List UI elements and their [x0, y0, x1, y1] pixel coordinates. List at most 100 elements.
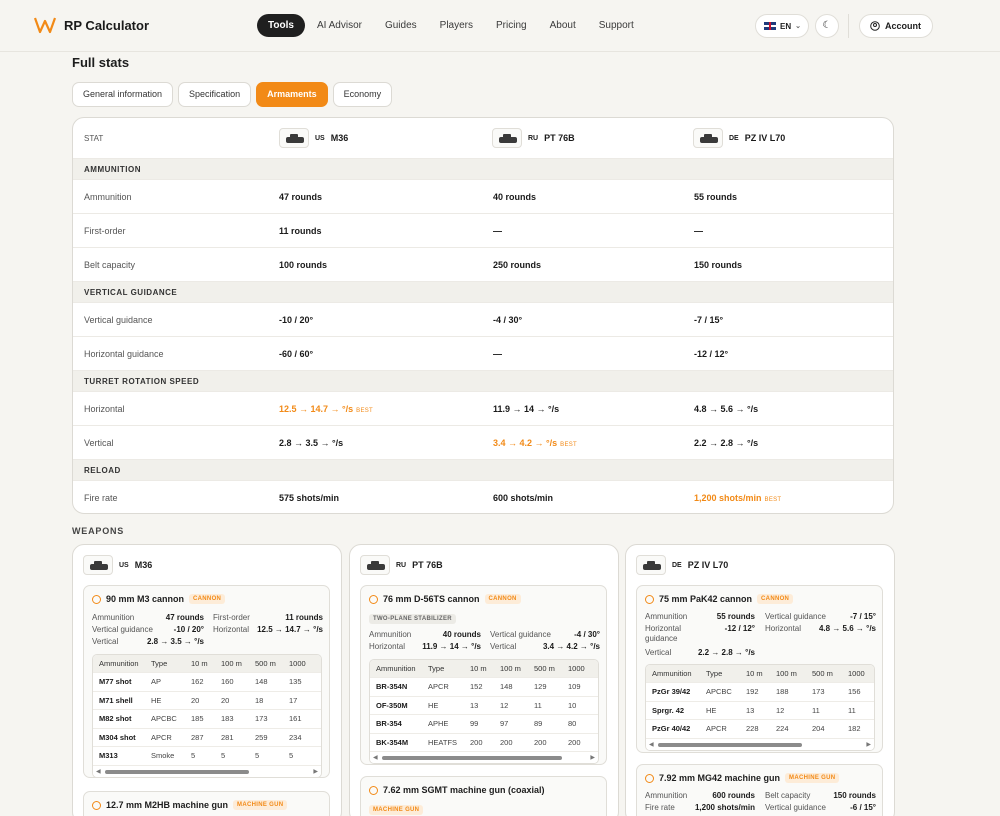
weapon-stat-value: 11 rounds	[285, 613, 323, 622]
scroll-right-icon[interactable]: ▶	[313, 768, 318, 775]
nav-guides[interactable]: Guides	[374, 14, 428, 37]
stat-label: Ammunition	[84, 191, 132, 202]
weapon-stat-label: Ammunition	[645, 612, 688, 621]
scroll-left-icon[interactable]: ◀	[373, 754, 378, 761]
weapon-card-m36: US M36 90 mm M3 cannon CANNON Ammunition 47…	[72, 544, 342, 816]
ammo-type: HE	[151, 695, 162, 705]
horizontal-scrollbar[interactable]: ◀ ▶	[646, 737, 874, 750]
pen-value: 281	[221, 732, 234, 742]
nation-label: RU	[396, 561, 407, 569]
tab-armaments[interactable]: Armaments	[256, 82, 328, 107]
dark-mode-toggle[interactable]: ☾	[815, 14, 839, 38]
nation-label: DE	[729, 134, 739, 142]
account-button[interactable]: Account	[859, 14, 933, 38]
pen-value: 234	[289, 732, 302, 742]
weapon-stat: Ammunition 55 rounds	[645, 612, 755, 621]
section-header: AMMUNITION	[73, 159, 893, 180]
scrollbar-thumb[interactable]	[658, 742, 802, 747]
scrollbar-thumb[interactable]	[382, 756, 562, 760]
stat-value: 11.9 → 14 → °/s	[493, 403, 560, 414]
weapon-stat-value: -4 / 30°	[574, 630, 600, 639]
stat-row: Vertical guidance -10 / 20° -4 / 30° -7 / 1…	[73, 303, 893, 337]
scroll-right-icon[interactable]: ▶	[590, 754, 595, 761]
weapon-stat: First-order 11 rounds	[213, 613, 323, 622]
pen-value: 200	[470, 737, 483, 747]
pen-value: 20	[191, 695, 200, 705]
vehicle-name: PZ IV L70	[744, 133, 786, 143]
scroll-right-icon[interactable]: ▶	[866, 741, 871, 748]
pen-value: 185	[191, 714, 204, 724]
stat-value: -12 / 12°	[694, 348, 729, 359]
weapon-stat-label: Ammunition	[369, 630, 412, 639]
nav-tools[interactable]: Tools	[257, 14, 305, 37]
penetration-table: Ammunition Type 10 m 100 m 500 m 1000 PzGr 39…	[645, 664, 875, 751]
nav-support[interactable]: Support	[588, 14, 645, 37]
weapon-stat-value: 4.8 → 5.6 → °/s	[818, 624, 876, 633]
scrollbar-thumb[interactable]	[105, 769, 249, 774]
best-badge: BEST	[560, 441, 578, 448]
table-header: Ammunition Type 10 m 100 m 500 m 1000	[93, 655, 321, 672]
gun-icon	[92, 800, 101, 810]
weapon-stat-label: Vertical guidance	[490, 630, 551, 639]
tab-economy[interactable]: Economy	[332, 82, 393, 107]
table-row: BK-354M HEATFS 200 200 200 200	[370, 732, 598, 752]
stat-value: -60 / 60°	[279, 348, 314, 359]
weapon-stat-value: 12.5 → 14.7 → °/s	[257, 625, 323, 634]
weapon-type-badge: MACHINE GUN	[785, 773, 840, 783]
scroll-left-icon[interactable]: ◀	[649, 741, 654, 748]
ammo-type: APCR	[151, 732, 172, 742]
gun-icon	[645, 773, 654, 783]
vehicle-header-2[interactable]: RU PT 76B	[492, 128, 575, 148]
vehicle-label: DE PZ IV L70	[636, 555, 728, 575]
weapon-stat-label: Vertical guidance	[92, 625, 153, 634]
table-row: M77 shot AP 162 160 148 135	[93, 672, 321, 691]
vehicle-header-3[interactable]: DE PZ IV L70	[693, 128, 785, 148]
nav-pricing[interactable]: Pricing	[485, 14, 538, 37]
pen-value: 148	[255, 677, 268, 687]
stat-value: -4 / 30°	[493, 314, 523, 325]
ammo-type: APHE	[428, 719, 449, 729]
vehicle-header-1[interactable]: US M36	[279, 128, 348, 148]
pen-value: 11	[848, 705, 856, 715]
language-select[interactable]: EN ⌄	[755, 14, 809, 38]
vehicle-name: PZ IV L70	[687, 560, 729, 570]
stat-value: 1,200 shots/min	[694, 493, 762, 503]
weapon-name: 12.7 mm M2HB machine gun	[106, 800, 229, 810]
weapon-stat-value: 2.8 → 3.5 → °/s	[146, 637, 204, 646]
vehicle-name: M36	[134, 560, 153, 570]
user-icon	[870, 21, 880, 31]
nav-players[interactable]: Players	[429, 14, 484, 37]
pen-value: 5	[255, 751, 260, 761]
nav-about[interactable]: About	[539, 14, 587, 37]
nav-ai-advisor[interactable]: AI Advisor	[306, 14, 373, 37]
table-row: M82 shot APCBC 185 183 173 161	[93, 709, 321, 728]
column-header: 1000	[289, 659, 306, 668]
scroll-left-icon[interactable]: ◀	[96, 768, 101, 775]
stat-value: 4.8 → 5.6 → °/s	[694, 403, 759, 414]
stat-value: 575 shots/min	[279, 493, 340, 503]
stat-row: Fire rate 575 shots/min 600 shots/min 1,200…	[73, 481, 893, 513]
weapon-stat: Vertical 3.4 → 4.2 → °/s	[490, 642, 600, 651]
app-name: RP Calculator	[64, 17, 150, 33]
language-code: EN	[780, 21, 792, 31]
page-title: Full stats	[72, 55, 130, 70]
stat-value: 40 rounds	[493, 191, 537, 202]
stat-value: 2.2 → 2.8 → °/s	[694, 437, 759, 448]
weapon-stat: Vertical guidance -6 / 15°	[765, 803, 876, 812]
weapon-stat: Vertical 2.2 → 2.8 → °/s	[645, 648, 755, 657]
logo[interactable]: RP Calculator	[34, 16, 149, 34]
horizontal-scrollbar[interactable]: ◀ ▶	[370, 751, 598, 763]
logo-icon	[34, 17, 56, 34]
weapon-stat-value: -12 / 12°	[724, 624, 755, 633]
tab-specification[interactable]: Specification	[178, 82, 252, 107]
weapon-card-pt76b: RU PT 76B 76 mm D-56TS cannon CANNON TWO-P…	[349, 544, 619, 816]
penetration-table: Ammunition Type 10 m 100 m 500 m 1000 M77 sho…	[92, 654, 322, 777]
tab-general-information[interactable]: General information	[72, 82, 174, 107]
stat-value: —	[493, 225, 502, 236]
stat-row: First-order 11 rounds — —	[73, 214, 893, 248]
column-header: 100 m	[221, 659, 242, 668]
horizontal-scrollbar[interactable]: ◀ ▶	[93, 764, 321, 777]
stat-value: 12.5 → 14.7 → °/s	[279, 403, 354, 414]
pen-value: 135	[289, 677, 302, 687]
vehicle-name: PT 76B	[544, 133, 575, 143]
